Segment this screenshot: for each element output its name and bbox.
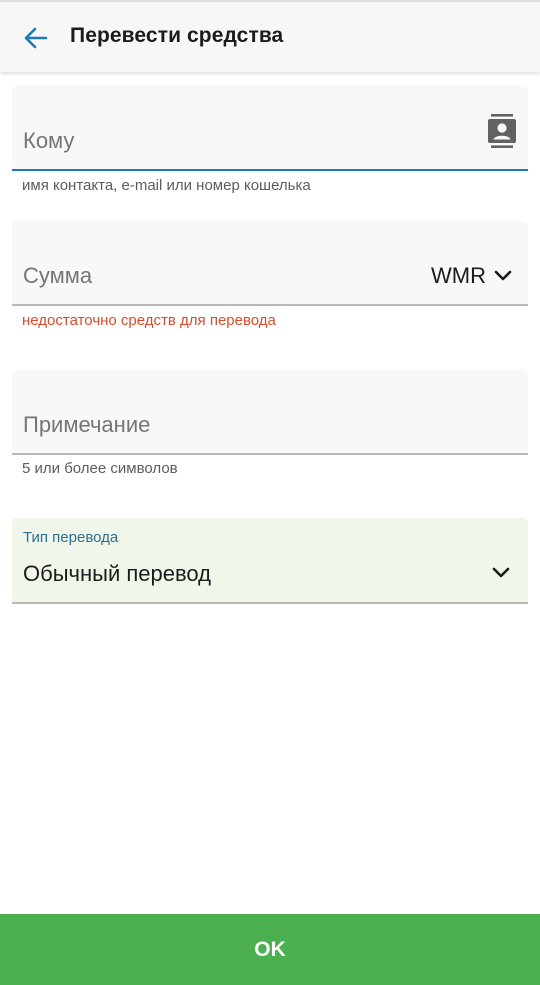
contacts-icon [488, 114, 516, 148]
contacts-button[interactable] [488, 114, 516, 148]
ok-button-label: OK [254, 937, 286, 961]
currency-value: WMR [431, 263, 486, 288]
note-field[interactable]: Примечание [12, 370, 528, 455]
note-helper: 5 или более символов [22, 460, 178, 477]
transfer-type-value: Обычный перевод [23, 561, 211, 586]
recipient-helper: имя контакта, e-mail или номер кошелька [22, 177, 311, 194]
note-underline [12, 453, 528, 455]
recipient-field[interactable]: Кому [12, 86, 528, 171]
currency-selector[interactable]: WMR [431, 263, 512, 289]
amount-field[interactable]: Сумма WMR [12, 221, 528, 306]
page-title: Перевести средства [70, 24, 284, 47]
amount-underline [12, 304, 528, 306]
transfer-type-label: Тип перевода [23, 529, 119, 546]
amount-error: недостаточно средств для перевода [22, 312, 276, 329]
chevron-down-icon [492, 567, 510, 578]
chevron-down-icon [494, 270, 512, 281]
arrow-back-icon [24, 27, 48, 49]
note-placeholder: Примечание [23, 412, 151, 437]
back-button[interactable] [20, 22, 52, 54]
recipient-placeholder: Кому [23, 128, 75, 153]
ok-button[interactable]: OK [0, 914, 540, 985]
amount-placeholder: Сумма [23, 263, 93, 288]
transfer-type-underline [12, 602, 528, 604]
app-bar: Перевести средства [0, 0, 540, 72]
recipient-underline [12, 169, 528, 171]
transfer-type-select[interactable]: Тип перевода Обычный перевод [12, 518, 528, 604]
